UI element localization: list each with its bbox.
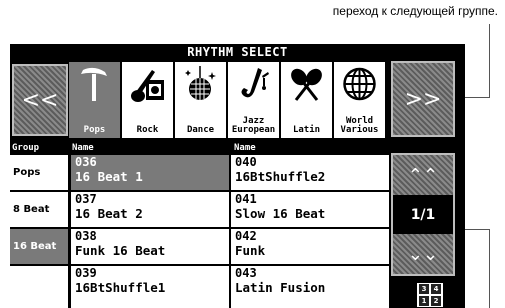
disco-ball-icon [185,66,216,100]
double-left-arrow-icon: << [21,87,59,113]
rhythm-item[interactable]: 038 Funk 16 Beat [71,229,229,264]
callout-line-bottom-vertical [489,229,490,308]
category-label: Dance [186,125,215,135]
category-pops[interactable]: Pops [69,62,120,138]
previous-group-button[interactable]: << [12,64,68,136]
category-label: Latin [292,125,321,135]
page-up-button[interactable]: ⌃⌃ [393,155,453,195]
double-chevron-down-icon: ⌄⌄ [407,243,439,265]
rhythm-name: Latin Fusion [235,280,326,295]
rhythm-number: 037 [75,192,97,206]
rhythm-name: Funk 16 Beat [75,243,166,258]
double-right-arrow-icon: >> [404,86,442,112]
keypad-key: 4 [431,284,441,294]
rhythm-number: 036 [75,155,97,169]
rhythm-number: 039 [75,266,97,280]
callout-line-top-vertical [489,24,490,98]
category-jazz-european[interactable]: Jazz European [228,62,279,138]
category-label: Pops [83,125,106,135]
maracas-icon [291,68,322,101]
category-dance[interactable]: Dance [175,62,226,138]
rhythm-item[interactable]: 039 16BtShuffle1 [71,266,229,308]
numeric-keypad-button[interactable]: 3 4 1 2 [417,283,443,307]
name-column-header: Name [72,143,94,153]
category-latin[interactable]: Latin [281,62,332,138]
group-item-16-beat[interactable]: 16 Beat [10,229,68,264]
rhythm-item[interactable]: 037 16 Beat 2 [71,192,229,227]
callout-line-bottom-horizontal [464,229,490,230]
keypad-key: 3 [419,284,429,294]
globe-icon [343,67,376,101]
category-label: Jazz European [231,116,276,135]
group-item-empty [10,266,68,308]
microphone-icon [81,67,107,101]
group-column-header: Group [12,143,40,153]
next-group-button[interactable]: >> [391,61,455,137]
screen-title: RHYTHM SELECT [187,45,288,59]
group-item-8-beat[interactable]: 8 Beat [10,192,68,227]
page-indicator: 1/1 [410,206,436,223]
rhythm-item[interactable]: 041 Slow 16 Beat [231,192,389,227]
callout-line-top-horizontal [464,97,490,98]
rhythm-item[interactable]: 043 Latin Fusion [231,266,389,308]
rhythm-item[interactable]: 042 Funk [231,229,389,264]
category-label: World Various [340,116,379,135]
keypad-key: 1 [419,296,429,306]
page-down-button[interactable]: ⌄⌄ [393,234,453,274]
category-label: Rock [136,125,159,135]
name-column-header: Name [234,143,256,153]
caption-text: переход к следующей группе. [332,4,498,18]
page-scroll-control: ⌃⌃ 1/1 ⌄⌄ [391,153,455,276]
rhythm-name: 16BtShuffle2 [235,169,326,184]
keypad-key: 2 [431,296,441,306]
category-rock[interactable]: Rock [122,62,173,138]
rhythm-name: 16 Beat 1 [75,169,143,184]
guitar-amp-icon [131,70,164,102]
rhythm-name: 16 Beat 2 [75,206,143,221]
rhythm-item[interactable]: 040 16BtShuffle2 [231,155,389,190]
saxophone-icon [241,68,269,98]
rhythm-name: Slow 16 Beat [235,206,326,221]
double-chevron-up-icon: ⌃⌃ [407,164,439,186]
rhythm-number: 041 [235,192,257,206]
rhythm-name: Funk [235,243,266,258]
rhythm-select-screen: RHYTHM SELECT << Pops Rock Dance Jazz Eu… [10,44,465,308]
rhythm-number: 042 [235,229,257,243]
group-item-pops[interactable]: Pops [10,155,68,190]
rhythm-item[interactable]: 036 16 Beat 1 [71,155,229,190]
rhythm-name: 16BtShuffle1 [75,280,166,295]
category-world-various[interactable]: World Various [334,62,385,138]
rhythm-number: 038 [75,229,97,243]
rhythm-number: 040 [235,155,257,169]
rhythm-number: 043 [235,266,257,280]
